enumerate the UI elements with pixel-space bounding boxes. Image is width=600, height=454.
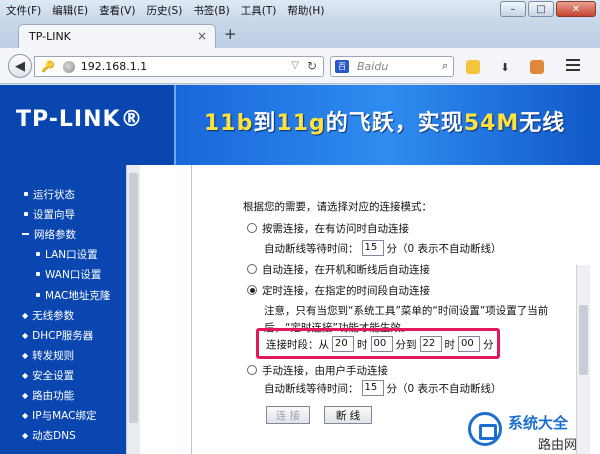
dropdown-arrow-icon[interactable]: ▽ [291, 60, 299, 71]
menu-view[interactable]: 查看(V) [99, 3, 135, 18]
sidebar-item-dhcp[interactable]: ◆ DHCP服务器 [22, 325, 93, 345]
navigation-bar: ◀ 🔑 192.168.1.1 ▽ ↻ 百 Baidu ⌕ ⬇ [0, 48, 600, 84]
tab-tplink[interactable]: TP-LINK × [18, 24, 216, 48]
minimize-button[interactable]: – [500, 1, 526, 17]
option-on-demand[interactable]: 按需连接，在有访问时自动连接 [247, 219, 409, 237]
tab-bar: TP-LINK × + [0, 20, 600, 48]
new-tab-button[interactable]: + [224, 25, 237, 43]
menu-tools[interactable]: 工具(T) [241, 3, 277, 18]
idle-time-input-1[interactable]: 15 [361, 240, 384, 256]
menu-bar: 文件(F) 编辑(E) 查看(V) 历史(S) 书签(B) 工具(T) 帮助(H… [0, 0, 600, 20]
watermark-sub: 路由网 [538, 438, 578, 453]
reload-icon[interactable]: ↻ [307, 59, 317, 73]
search-icon[interactable]: ⌕ [442, 59, 448, 73]
highlight-box [256, 328, 500, 359]
back-arrow-icon[interactable]: ◀ [8, 54, 32, 78]
sidebar-item-routing[interactable]: ◆ 路由功能 [22, 385, 74, 405]
timed-note-line-1: 注意，只有当您到“系统工具”菜单的“时间设置”项设置了当前 [264, 304, 549, 317]
sidebar-item-ip-mac-binding[interactable]: ◆ IP与MAC绑定 [22, 405, 96, 425]
router-banner: TP-LINK® 11b到11g的飞跃，实现54M无线 [0, 85, 600, 165]
search-box[interactable]: 百 Baidu ⌕ [330, 56, 454, 77]
sidebar-item-wireless[interactable]: ◆ 无线参数 [22, 305, 74, 325]
site-watermark: 系统大全 路由网 [468, 408, 600, 454]
banner-slogan-area: 11b到11g的飞跃，实现54M无线 [174, 85, 600, 165]
menu-file[interactable]: 文件(F) [6, 3, 41, 18]
tplink-logo: TP-LINK® [16, 107, 144, 132]
radio-manual[interactable] [247, 365, 257, 375]
sidebar-item-ddns[interactable]: ◆ 动态DNS [22, 425, 76, 445]
sidebar-scrollbar[interactable] [126, 165, 140, 454]
address-bar[interactable]: 🔑 192.168.1.1 ▽ ↻ [34, 56, 324, 77]
idle-time-row-1: 自动断线等待时间： 15 分（0 表示不自动断线） [264, 240, 502, 256]
banner-slogan: 11b到11g的飞跃，实现54M无线 [204, 111, 566, 136]
idle-time-input-2[interactable]: 15 [361, 380, 384, 396]
key-icon: 🔑 [41, 60, 55, 73]
connect-button[interactable]: 连 接 [266, 406, 310, 424]
menu-history[interactable]: 历史(S) [146, 3, 182, 18]
option-manual[interactable]: 手动连接，由用户手动连接 [247, 361, 388, 379]
sidebar-scroll-thumb[interactable] [129, 173, 138, 423]
sidebar-item-security[interactable]: ◆ 安全设置 [22, 365, 74, 385]
disconnect-button[interactable]: 断 线 [324, 406, 372, 424]
idle-time-row-2: 自动断线等待时间： 15 分（0 表示不自动断线） [264, 380, 502, 396]
sidebar-item-wan[interactable]: WAN口设置 [36, 264, 101, 284]
option-timed[interactable]: 定时连接，在指定的时间段自动连接 [247, 281, 430, 299]
sidebar-item-status[interactable]: 运行状态 [24, 184, 75, 204]
url-text: 192.168.1.1 [80, 60, 148, 73]
close-tab-icon[interactable]: × [197, 29, 207, 43]
main-scroll-thumb[interactable] [579, 305, 588, 375]
content-gutter [140, 165, 192, 454]
hamburger-menu-icon[interactable] [566, 59, 580, 71]
window-controls: – □ ✕ [498, 1, 596, 17]
search-placeholder: Baidu [357, 60, 389, 73]
addon-icon[interactable] [530, 60, 544, 74]
download-icon[interactable]: ⬇ [498, 60, 512, 74]
sidebar-menu: 运行状态 设置向导 网络参数 LAN口设置 WAN口设置 MAC地址克隆 ◆ 无线… [0, 165, 126, 454]
radio-timed[interactable] [247, 285, 257, 295]
radio-auto[interactable] [247, 264, 257, 274]
close-window-button[interactable]: ✕ [556, 1, 596, 17]
radio-on-demand[interactable] [247, 223, 257, 233]
sidebar-item-mac-clone[interactable]: MAC地址克隆 [36, 285, 110, 305]
menu-bookmarks[interactable]: 书签(B) [193, 3, 229, 18]
option-auto[interactable]: 自动连接，在开机和断线后自动连接 [247, 260, 430, 278]
mode-intro-text: 根据您的需要，请选择对应的连接模式： [243, 200, 432, 213]
sidebar-item-forwarding[interactable]: ◆ 转发规则 [22, 345, 74, 365]
tab-title: TP-LINK [29, 30, 71, 43]
maximize-button[interactable]: □ [528, 1, 554, 17]
sidebar-item-wizard[interactable]: 设置向导 [24, 204, 75, 224]
baidu-engine-icon[interactable]: 百 [335, 60, 349, 73]
watermark-logo-icon [468, 412, 502, 446]
watermark-brand: 系统大全 [508, 414, 569, 432]
globe-icon [62, 60, 75, 73]
menu-edit[interactable]: 编辑(E) [52, 3, 88, 18]
extension-icon[interactable] [466, 60, 480, 74]
sidebar-item-lan[interactable]: LAN口设置 [36, 244, 98, 264]
menu-help[interactable]: 帮助(H) [287, 3, 324, 18]
sidebar-item-network[interactable]: 网络参数 [22, 224, 76, 244]
